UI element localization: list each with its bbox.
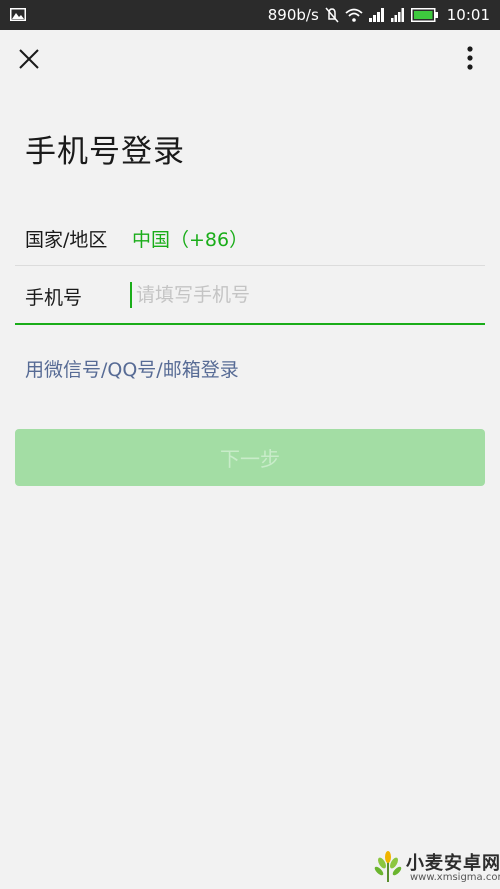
- clock: 10:01: [446, 6, 490, 24]
- net-speed: 890b/s: [267, 6, 319, 24]
- site-watermark: 小麦安卓网 www.xmsigma.com: [370, 848, 500, 886]
- close-button[interactable]: [14, 44, 44, 74]
- phone-number-label: 手机号: [25, 287, 83, 309]
- login-screen: 890b/s 10:01 手机号登录 国家/地区 中国（+86） 手机号 请填写…: [0, 0, 500, 889]
- phone-input-underline: [15, 323, 485, 325]
- status-indicators: 890b/s 10:01: [268, 0, 490, 30]
- status-bar: 890b/s 10:01: [0, 0, 500, 30]
- more-options-button[interactable]: [456, 44, 484, 74]
- country-region-value[interactable]: 中国（+86）: [132, 225, 248, 252]
- divider: [15, 265, 485, 266]
- page-title: 手机号登录: [25, 134, 185, 170]
- phone-number-input[interactable]: [130, 280, 476, 310]
- gallery-icon: [10, 8, 26, 21]
- close-icon: [19, 49, 39, 69]
- battery-icon: [410, 8, 439, 22]
- country-region-label: 国家/地区: [25, 229, 108, 251]
- alt-login-link[interactable]: 用微信号/QQ号/邮箱登录: [25, 355, 239, 382]
- signal-icon: [390, 8, 405, 22]
- more-vertical-icon: [467, 46, 473, 70]
- wifi-icon: [345, 8, 363, 22]
- next-step-button[interactable]: 下一步: [15, 429, 485, 486]
- watermark-url: www.xmsigma.com: [410, 872, 500, 883]
- wheat-logo-icon: [374, 851, 402, 882]
- mute-icon: [325, 7, 339, 23]
- signal-icon: [368, 8, 385, 22]
